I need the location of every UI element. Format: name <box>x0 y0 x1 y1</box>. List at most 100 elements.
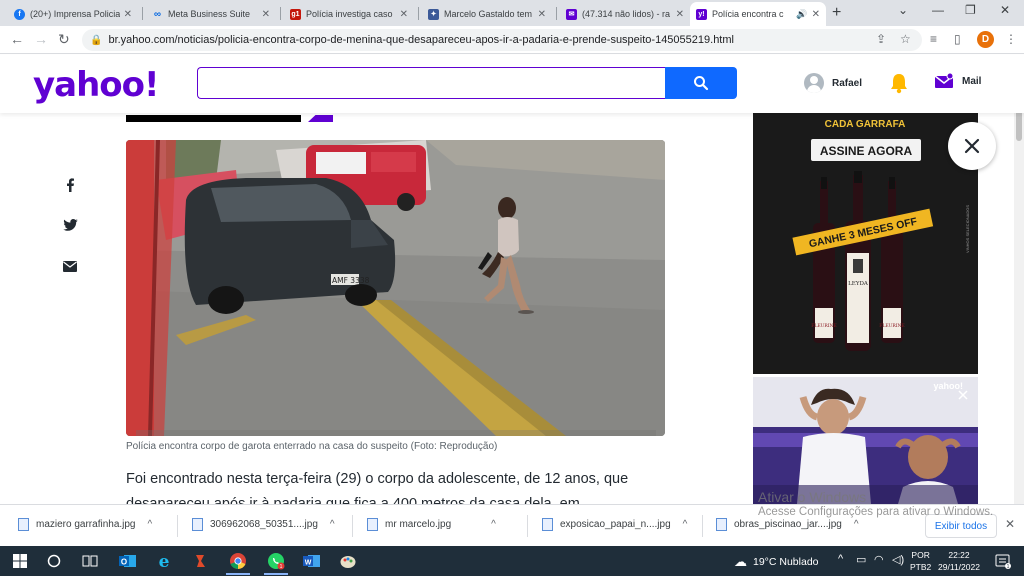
close-icon[interactable]: ✕ <box>1005 517 1015 531</box>
download-item[interactable]: maziero garrafinha.jpg ^ <box>18 518 152 531</box>
url-input[interactable]: 🔒 br.yahoo.com/noticias/policia-encontra… <box>82 29 922 51</box>
chevron-up-icon[interactable]: ^ <box>330 519 335 530</box>
network-icon[interactable]: ▭ <box>856 553 866 566</box>
weather-text: 19°C Nublado <box>753 556 819 568</box>
tab-title: Polícia encontra c <box>712 9 784 19</box>
email-share-button[interactable] <box>62 258 78 274</box>
windows-start-icon[interactable] <box>10 551 30 571</box>
chevron-up-icon[interactable]: ^ <box>838 553 843 565</box>
chevron-up-icon[interactable]: ^ <box>683 519 688 530</box>
word-icon[interactable]: W <box>302 551 322 571</box>
menu-kebab-icon[interactable]: ⋮ <box>1005 32 1017 46</box>
ad-top-text: CADA GARRAFA <box>825 119 906 130</box>
side-panel-icon[interactable]: ▯ <box>954 32 961 46</box>
tab-title: (47.314 não lidos) - ra <box>582 9 671 19</box>
ad-yahoo-badge: yahoo! <box>933 381 963 391</box>
app-icon[interactable] <box>190 551 210 571</box>
profile-avatar[interactable]: D <box>977 31 994 48</box>
close-icon[interactable]: ✕ <box>124 9 132 20</box>
tab-marcelo[interactable]: ✦ Marcelo Gastaldo tem ✕ <box>422 2 552 26</box>
search-button[interactable] <box>665 67 737 99</box>
lock-icon: 🔒 <box>90 34 103 46</box>
download-filename: 306962068_50351....jpg <box>210 519 318 530</box>
article-page: AMF 3338 Polícia encontra corpo de garot… <box>0 113 1014 504</box>
tab-yahoo-news-active[interactable]: y! Polícia encontra c 🔊 ✕ <box>690 2 826 26</box>
download-filename: mr marcelo.jpg <box>385 519 452 530</box>
close-icon <box>964 138 980 154</box>
share-icon[interactable]: ⇪ <box>876 32 886 46</box>
svg-text:VINHOS SELECIONADOS: VINHOS SELECIONADOS <box>965 205 970 253</box>
tab-yahoo-mail[interactable]: ✉ (47.314 não lidos) - ra ✕ <box>560 2 690 26</box>
tab-title: Marcelo Gastaldo tem <box>444 9 533 19</box>
tab-g1[interactable]: g1 Polícia investiga caso ✕ <box>284 2 414 26</box>
volume-icon[interactable]: ◁) <box>892 553 904 566</box>
close-icon[interactable]: ✕ <box>538 9 546 20</box>
task-view-icon[interactable] <box>80 551 100 571</box>
close-icon[interactable]: ✕ <box>812 9 820 20</box>
twitter-icon <box>62 219 78 231</box>
minimize-button[interactable]: — <box>932 3 944 17</box>
notification-center-icon[interactable]: 1 <box>993 551 1013 571</box>
search-circle-icon[interactable] <box>44 551 64 571</box>
section-divider-accent <box>308 115 333 122</box>
image-file-icon <box>367 518 378 531</box>
watermark-line1: Ativar o Windows <box>758 489 867 505</box>
download-item[interactable]: 306962068_50351....jpg ^ <box>192 518 335 531</box>
facebook-share-button[interactable] <box>62 177 78 193</box>
restore-button[interactable]: ❐ <box>965 3 976 17</box>
whatsapp-icon[interactable]: 1 <box>266 551 286 571</box>
yahoo-logo[interactable]: yahoo! <box>33 65 160 105</box>
browser-tab-strip: f (20+) Imprensa Policia ✕ ∞ Meta Busine… <box>0 0 1024 26</box>
chevron-down-icon[interactable]: ⌄ <box>898 3 908 17</box>
yahoo-header: yahoo! Rafael Mail <box>0 55 1024 113</box>
internet-explorer-icon[interactable]: e <box>154 551 174 571</box>
site-icon: ✦ <box>428 8 439 20</box>
svg-text:O: O <box>121 558 127 567</box>
language-indicator[interactable]: POR PTB2 <box>910 549 931 573</box>
bell-icon[interactable] <box>889 72 909 94</box>
search-input[interactable] <box>197 67 665 99</box>
back-arrow-icon[interactable]: ← <box>10 31 24 47</box>
bookmark-star-icon[interactable]: ☆ <box>900 32 911 46</box>
reload-icon[interactable]: ↻ <box>58 31 70 48</box>
tab-meta-business[interactable]: ∞ Meta Business Suite ✕ <box>146 2 276 26</box>
video-thumbnail: yahoo! <box>753 377 978 504</box>
photo-caption: Polícia encontra corpo de garota enterra… <box>126 441 498 452</box>
close-ad-button[interactable] <box>948 122 996 170</box>
article-photo[interactable]: AMF 3338 <box>126 140 665 436</box>
download-item[interactable]: mr marcelo.jpg ^ <box>367 518 496 531</box>
outlook-icon[interactable]: O <box>118 551 138 571</box>
twitter-share-button[interactable] <box>62 217 78 233</box>
image-file-icon <box>716 518 727 531</box>
mail-icon <box>934 73 954 88</box>
download-item[interactable]: exposicao_papai_n....jpg ^ <box>542 518 687 531</box>
close-icon[interactable]: ✕ <box>262 9 270 20</box>
new-tab-button[interactable]: + <box>832 4 841 22</box>
yahoo-icon: y! <box>696 8 707 20</box>
close-icon[interactable]: ✕ <box>400 9 408 20</box>
wine-ad[interactable]: CADA GARRAFA ASSINE AGORA LEYDA FLEURINE… <box>753 113 978 374</box>
chevron-up-icon[interactable]: ^ <box>148 519 153 530</box>
chevron-up-icon[interactable]: ^ <box>491 519 496 530</box>
sports-video-ad[interactable]: yahoo! <box>753 377 978 504</box>
email-icon <box>63 260 77 272</box>
page-scrollbar[interactable] <box>1014 55 1024 504</box>
ad-brand: LEYDA <box>848 281 869 287</box>
mail-link[interactable]: Mail <box>934 73 981 89</box>
chevron-up-icon[interactable]: ^ <box>854 519 859 530</box>
paint-icon[interactable] <box>338 551 358 571</box>
forward-arrow-icon[interactable]: → <box>34 31 48 47</box>
system-clock[interactable]: 22:22 29/11/2022 <box>935 549 983 573</box>
user-menu[interactable]: Rafael <box>804 73 862 93</box>
close-icon[interactable]: ✕ <box>676 9 684 20</box>
window-close-button[interactable]: ✕ <box>1000 3 1010 17</box>
weather-widget[interactable]: ☁ 19°C Nublado <box>734 554 819 570</box>
reading-list-icon[interactable]: ≡ <box>930 32 937 46</box>
tab-title: Polícia investiga caso <box>306 9 393 19</box>
wifi-icon[interactable]: ◠ <box>874 553 884 566</box>
tab-facebook[interactable]: f (20+) Imprensa Policia ✕ <box>8 2 138 26</box>
search-icon <box>694 76 709 91</box>
yahoo-mail-icon: ✉ <box>566 8 577 20</box>
speaker-icon[interactable]: 🔊 <box>796 9 807 20</box>
chrome-icon[interactable] <box>228 551 248 571</box>
